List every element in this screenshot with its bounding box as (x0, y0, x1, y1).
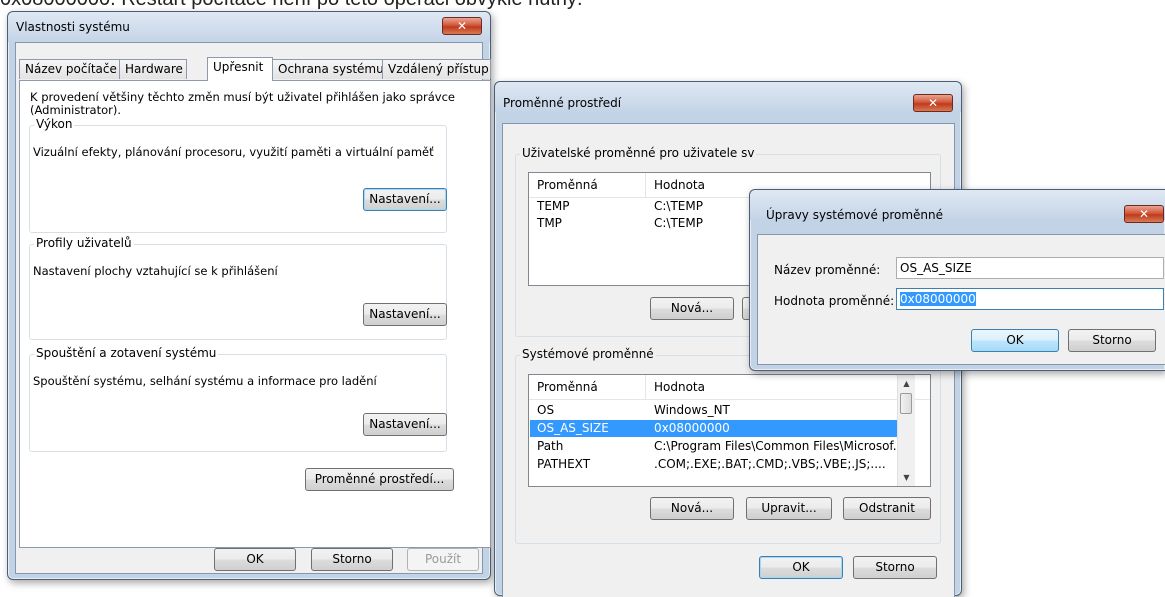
user-var-value: C:\TEMP (654, 199, 703, 213)
user-var-name: TMP (537, 216, 562, 230)
column-header-variable[interactable]: Proměnná (537, 380, 598, 394)
list-item-selected[interactable]: OS_AS_SIZE 0x08000000 (530, 420, 897, 437)
performance-group-label: Výkon (34, 117, 75, 131)
variable-name-field[interactable]: OS_AS_SIZE (896, 257, 1164, 279)
background-instruction-text: 0x08000000. Restart počítače není po tét… (0, 0, 583, 11)
system-properties-window: Vlastnosti systému ✕ Název počítače Hard… (7, 11, 491, 580)
performance-settings-button[interactable]: Nastavení... (363, 188, 447, 211)
tab-system-protection[interactable]: Ochrana systému (272, 59, 384, 79)
column-header-variable[interactable]: Proměnná (537, 178, 598, 192)
startup-recovery-group: Spouštění a zotavení systému Spouštění s… (29, 346, 447, 452)
system-var-value: C:\Program Files\Common Files\Microsof..… (654, 439, 905, 453)
system-var-value: 0x08000000 (654, 421, 730, 435)
tab-hardware[interactable]: Hardware (119, 59, 187, 79)
environment-variables-button[interactable]: Proměnné prostředí... (305, 468, 454, 491)
startup-recovery-description: Spouštění systému, selhání systému a inf… (33, 374, 377, 388)
environment-variables-cancel-button[interactable]: Storno (853, 556, 937, 579)
system-var-name: PATHEXT (537, 457, 591, 471)
column-header-value[interactable]: Hodnota (654, 178, 705, 192)
user-profiles-description: Nastavení plochy vztahující se k přihláš… (33, 264, 278, 278)
system-variables-list[interactable]: Proměnná Hodnota OS Windows_NT OS_AS_SIZ… (528, 374, 931, 487)
system-properties-title: Vlastnosti systému (16, 20, 130, 34)
system-var-name: OS (537, 403, 555, 417)
user-variables-new-button[interactable]: Nová... (650, 297, 734, 320)
edit-system-variable-window: Úpravy systémové proměnné ✕ Název proměn… (749, 189, 1165, 371)
close-icon[interactable]: ✕ (913, 94, 953, 112)
system-variables-new-button[interactable]: Nová... (650, 497, 734, 520)
edit-system-variable-client: Název proměnné: OS_AS_SIZE Hodnota promě… (757, 234, 1165, 365)
user-profiles-group-label: Profily uživatelů (34, 236, 134, 250)
system-variables-list-header: Proměnná Hodnota (529, 375, 930, 400)
user-var-name: TEMP (537, 199, 570, 213)
column-header-value[interactable]: Hodnota (654, 380, 705, 394)
tab-computer-name[interactable]: Název počítače (19, 59, 120, 79)
column-separator (645, 173, 646, 197)
system-var-value: Windows_NT (654, 403, 730, 417)
close-icon[interactable]: ✕ (442, 17, 482, 35)
system-var-value: .COM;.EXE;.BAT;.CMD;.VBS;.VBE;.JS;.... (654, 457, 886, 471)
admin-note-line2: (Administrator). (30, 103, 122, 117)
variable-value-label: Hodnota proměnné: (774, 294, 895, 308)
system-variables-edit-button[interactable]: Upravit... (746, 497, 832, 520)
variable-value-field[interactable]: 0x08000000 (896, 288, 1164, 310)
user-var-value: C:\TEMP (654, 216, 703, 230)
system-var-name: OS_AS_SIZE (537, 421, 609, 435)
user-profiles-settings-button[interactable]: Nastavení... (363, 303, 447, 326)
system-properties-cancel-button[interactable]: Storno (311, 548, 393, 571)
system-variables-group-label: Systémové proměnné (520, 347, 656, 361)
scroll-up-icon[interactable]: ▲ (898, 375, 915, 392)
system-variables-delete-button[interactable]: Odstranit (843, 497, 931, 520)
system-properties-titlebar[interactable]: Vlastnosti systému ✕ (8, 12, 490, 42)
performance-group: Výkon Vizuální efekty, plánování proceso… (29, 117, 447, 233)
list-item[interactable]: Path C:\Program Files\Common Files\Micro… (530, 438, 904, 455)
edit-variable-ok-button[interactable]: OK (971, 329, 1059, 352)
variable-name-label: Název proměnné: (774, 263, 881, 277)
user-variables-group-label: Uživatelské proměnné pro uživatele sv (520, 146, 757, 160)
system-var-name: Path (537, 439, 564, 453)
list-item[interactable]: PATHEXT .COM;.EXE;.BAT;.CMD;.VBS;.VBE;.J… (530, 456, 897, 473)
system-properties-ok-button[interactable]: OK (214, 548, 296, 571)
admin-note-line1: K provedení většiny těchto změn musí být… (30, 90, 456, 104)
environment-variables-title: Proměnné prostředí (503, 96, 622, 110)
system-properties-apply-button[interactable]: Použít (407, 548, 479, 571)
system-properties-client: Název počítače Hardware Upřesnit Ochrana… (15, 42, 491, 574)
environment-variables-titlebar[interactable]: Proměnné prostředí ✕ (495, 82, 961, 112)
performance-description: Vizuální efekty, plánování procesoru, vy… (33, 145, 434, 159)
environment-variables-ok-button[interactable]: OK (759, 556, 843, 579)
close-icon[interactable]: ✕ (1124, 205, 1164, 223)
edit-system-variable-title: Úpravy systémové proměnné (766, 208, 944, 222)
edit-system-variable-titlebar[interactable]: Úpravy systémové proměnné ✕ (750, 190, 1165, 223)
scrollbar-thumb[interactable] (900, 393, 912, 414)
tab-remote-access[interactable]: Vzdálený přístup (382, 59, 491, 79)
startup-recovery-group-label: Spouštění a zotavení systému (34, 346, 219, 360)
variable-value-selected-text: 0x08000000 (900, 292, 976, 306)
user-profiles-group: Profily uživatelů Nastavení plochy vztah… (29, 236, 447, 340)
edit-variable-cancel-button[interactable]: Storno (1068, 329, 1156, 352)
advanced-tab-panel: K provedení většiny těchto změn musí být… (19, 80, 491, 548)
system-variables-scrollbar[interactable]: ▲ ▼ (897, 375, 915, 486)
column-separator (645, 375, 646, 399)
list-item[interactable]: OS Windows_NT (530, 402, 897, 419)
system-variables-group: Systémové proměnné Proměnná Hodnota OS W… (515, 347, 941, 544)
startup-recovery-settings-button[interactable]: Nastavení... (363, 413, 447, 436)
scroll-down-icon[interactable]: ▼ (898, 469, 915, 486)
tab-advanced[interactable]: Upřesnit (207, 57, 273, 81)
